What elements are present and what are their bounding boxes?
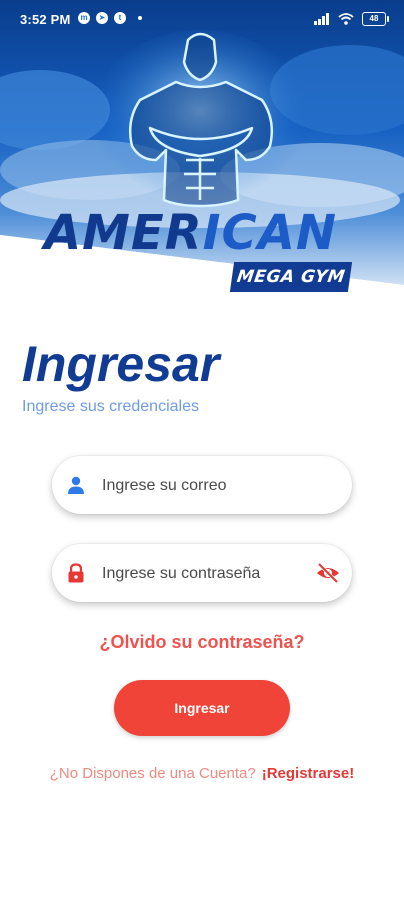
wifi-icon — [338, 13, 354, 25]
telegram-icon: ➤ — [96, 12, 108, 24]
signup-row: ¿No Dispones de una Cuenta? ¡Registrarse! — [0, 765, 404, 782]
more-notifications-icon — [138, 16, 142, 20]
toggle-password-visibility-icon[interactable] — [316, 562, 340, 584]
status-time: 3:52 PM — [20, 12, 71, 27]
logo-tagline: MEGA GYM — [229, 262, 353, 292]
user-icon — [68, 476, 84, 494]
page-subtitle: Ingrese sus credenciales — [22, 398, 199, 415]
signal-icon — [314, 13, 329, 25]
twitter-icon: t — [114, 12, 126, 24]
logo-word-part1: AMER — [44, 205, 203, 261]
brand-logo: AMERICAN — [44, 206, 337, 260]
battery-icon: 48 — [362, 12, 389, 26]
messenger-icon: m — [78, 12, 90, 24]
register-link[interactable]: ¡Registrarse! — [262, 765, 355, 782]
password-input[interactable] — [100, 544, 316, 604]
password-field[interactable] — [52, 544, 352, 604]
lock-icon — [68, 563, 84, 583]
hero-header: 3:52 PM m ➤ t 48 AMERICAN MEGA GYM — [0, 0, 404, 300]
forgot-password-link[interactable]: ¿Olvido su contraseña? — [0, 632, 404, 653]
login-button[interactable]: Ingresar — [114, 680, 290, 736]
status-bar: 3:52 PM m ➤ t 48 — [0, 0, 404, 40]
email-input[interactable] — [100, 456, 316, 516]
logo-word-part2: ICAN — [202, 205, 338, 261]
email-field[interactable] — [52, 456, 352, 516]
page-title: Ingresar — [22, 336, 220, 392]
signup-question: ¿No Dispones de una Cuenta? — [49, 765, 256, 782]
